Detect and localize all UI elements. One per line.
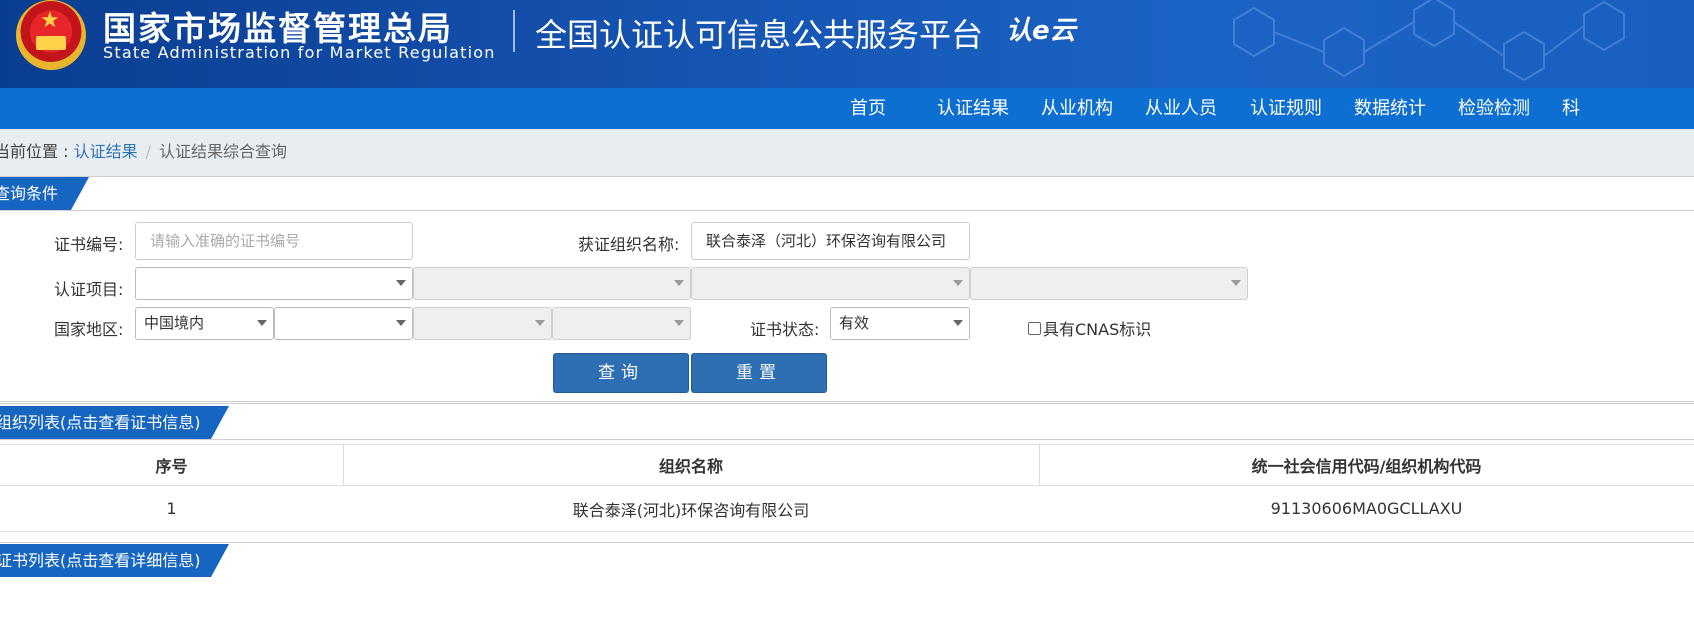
region-select-1[interactable]: 中国境内 [135, 307, 274, 340]
section-divider [0, 176, 1694, 177]
cert-no-input[interactable] [135, 222, 413, 260]
reset-button[interactable]: 重置 [691, 353, 827, 393]
nav-item-institutions[interactable]: 从业机构 [1041, 88, 1113, 129]
select-value: 有效 [839, 314, 870, 332]
org-name-input[interactable]: 联合泰泽（河北）环保咨询有限公司 [691, 222, 970, 260]
chevron-down-icon [674, 280, 684, 286]
cnas-checkbox-label: 具有CNAS标识 [1043, 320, 1152, 339]
main-nav: 首页 认证结果 从业机构 从业人员 认证规则 数据统计 检验检测 科 [0, 88, 1694, 129]
cell-org-name[interactable]: 联合泰泽(河北)环保咨询有限公司 [343, 486, 1039, 531]
nav-item-statistics[interactable]: 数据统计 [1354, 88, 1426, 129]
breadcrumb-prefix: 当前位置 : [0, 142, 74, 161]
star-icon: ★ [40, 8, 60, 33]
region-select-2[interactable] [274, 307, 413, 340]
breadcrumb-separator: / [145, 142, 151, 161]
chevron-down-icon [535, 320, 545, 326]
column-header-org-name: 组织名称 [658, 457, 723, 476]
cert-project-select-2 [413, 267, 691, 300]
region-label: 国家地区: [54, 320, 124, 339]
cert-project-select-1[interactable] [135, 267, 413, 300]
nav-item-rules[interactable]: 认证规则 [1250, 88, 1322, 129]
nav-item-home[interactable]: 首页 [850, 88, 886, 129]
cert-project-select-4 [970, 267, 1248, 300]
nav-item-inspection[interactable]: 检验检测 [1458, 88, 1530, 129]
cell-index: 1 [166, 499, 177, 518]
tab-query-conditions: 查询条件 [0, 177, 89, 210]
table-row[interactable]: 1 联合泰泽(河北)环保咨询有限公司 91130606MA0GCLLAXU [0, 486, 1694, 532]
platform-title: 全国认证认可信息公共服务平台 [535, 16, 984, 54]
cell-credit-code: 91130606MA0GCLLAXU [1270, 499, 1463, 518]
chevron-down-icon [396, 280, 406, 286]
section-divider [0, 210, 1694, 211]
breadcrumb-link-cert-results[interactable]: 认证结果 [74, 142, 138, 161]
section-divider [0, 439, 1694, 440]
hexagon-pattern-decoration [1233, 0, 1625, 82]
nav-item-cert-results[interactable]: 认证结果 [937, 88, 1009, 129]
column-header-index: 序号 [155, 457, 188, 476]
chevron-down-icon [674, 320, 684, 326]
column-header-credit-code: 统一社会信用代码/组织机构代码 [1251, 457, 1482, 476]
cert-project-label: 认证项目: [54, 280, 124, 299]
breadcrumb-current: 认证结果综合查询 [158, 142, 287, 161]
cert-no-label: 证书编号: [54, 235, 124, 254]
region-select-3 [413, 307, 552, 340]
cnas-checkbox[interactable] [1028, 321, 1041, 335]
select-value: 中国境内 [144, 314, 205, 332]
cert-status-select[interactable]: 有效 [830, 307, 970, 340]
nav-item-more[interactable]: 科 [1562, 88, 1580, 129]
table-header-row: 序号 组织名称 统一社会信用代码/组织机构代码 [0, 444, 1694, 486]
gate-icon [36, 36, 66, 50]
query-button[interactable]: 查询 [553, 353, 689, 393]
section-divider [0, 542, 1694, 543]
cnas-checkbox-group[interactable]: 具有CNAS标识 [1028, 316, 1151, 340]
tab-cert-list: 证书列表(点击查看详细信息) [0, 544, 229, 577]
tab-org-list: 组织列表(点击查看证书信息) [0, 406, 229, 439]
agency-name-en: State Administration for Market Regulati… [103, 43, 496, 62]
chevron-down-icon [953, 320, 963, 326]
chevron-down-icon [1231, 280, 1241, 286]
header-divider [513, 10, 515, 52]
cert-project-select-3 [691, 267, 970, 300]
region-select-4 [552, 307, 691, 340]
chevron-down-icon [257, 320, 267, 326]
site-header: ★ 国家市场监督管理总局 State Administration for Ma… [0, 0, 1694, 88]
breadcrumb: 当前位置 : 认证结果 / 认证结果综合查询 [0, 138, 287, 162]
national-emblem-logo: ★ [16, 0, 86, 70]
section-divider [0, 401, 1694, 404]
org-name-label: 获证组织名称: [578, 235, 680, 254]
cert-status-label: 证书状态: [750, 320, 820, 339]
platform-logo: 认e云 [1006, 16, 1076, 46]
chevron-down-icon [396, 320, 406, 326]
chevron-down-icon [953, 280, 963, 286]
nav-item-personnel[interactable]: 从业人员 [1145, 88, 1217, 129]
